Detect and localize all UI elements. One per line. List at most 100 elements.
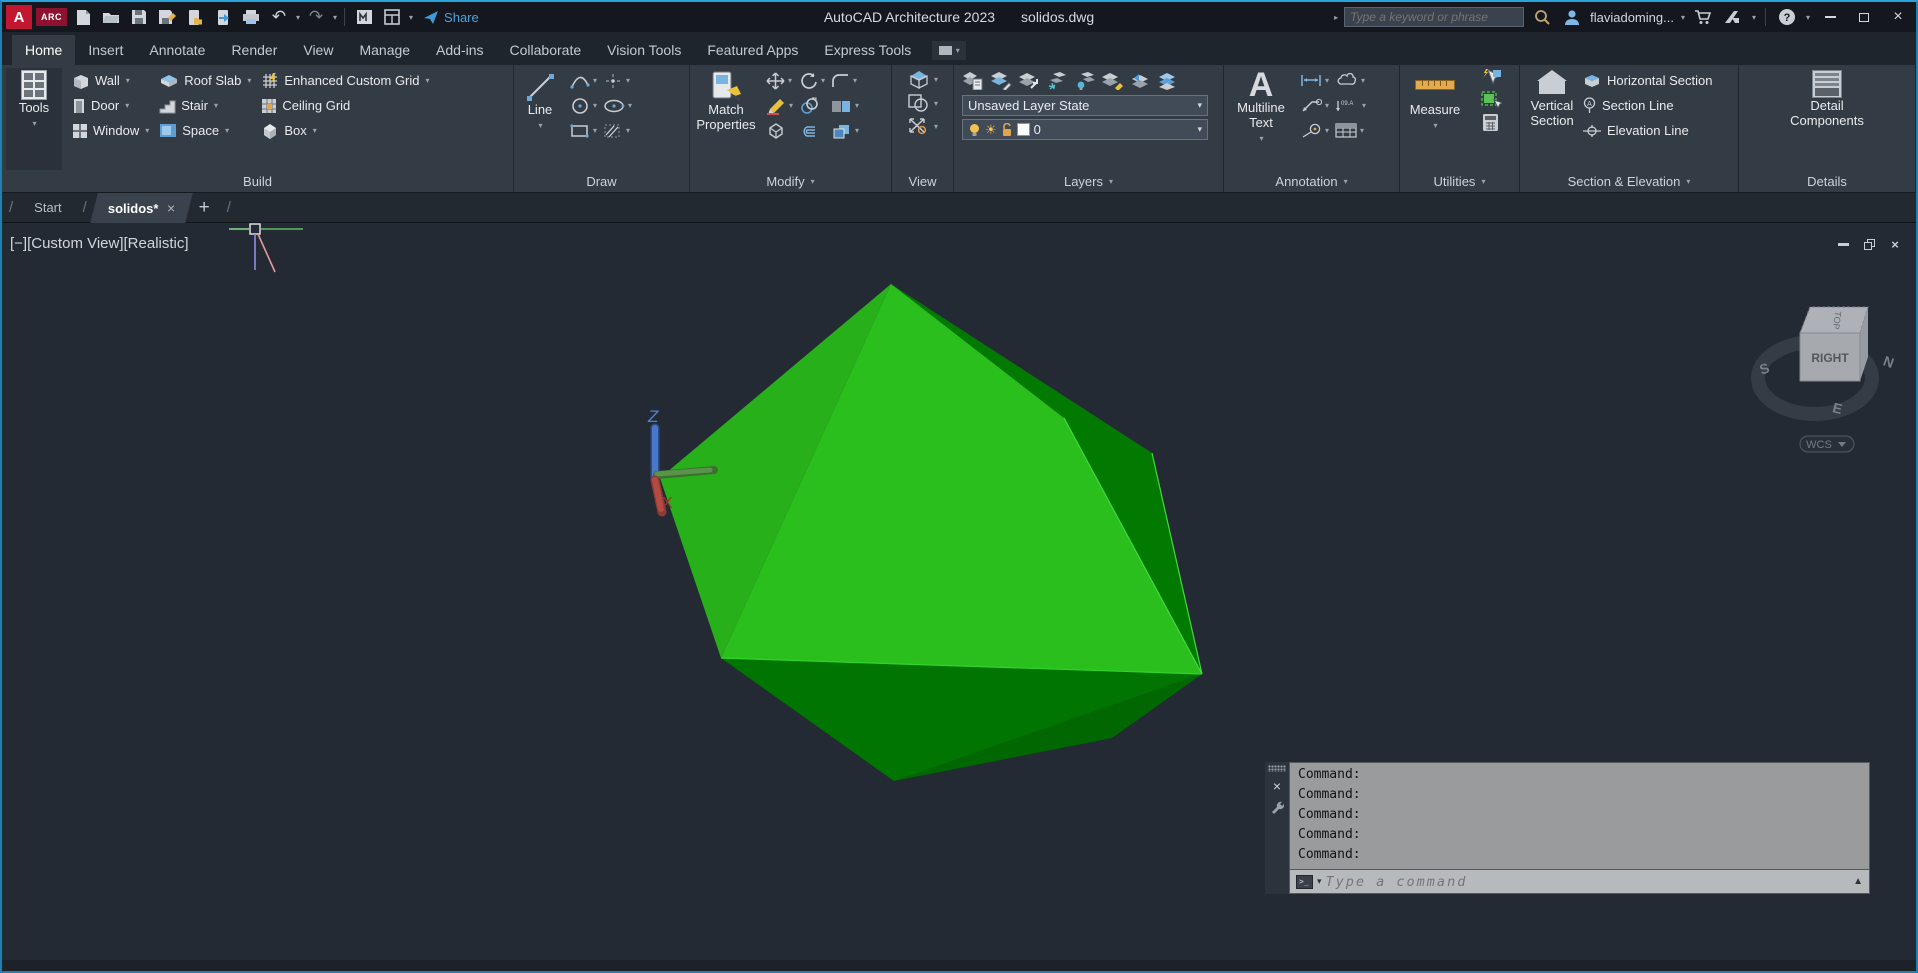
panel-label-view[interactable]: View [892, 170, 953, 192]
revision-cloud-button[interactable]: ▾ [1335, 68, 1366, 93]
search-collapse-arrow[interactable]: ▸ [1334, 13, 1338, 22]
drawing-close-button[interactable]: × [1888, 237, 1902, 252]
tab-express-tools[interactable]: Express Tools [811, 35, 924, 65]
drawing-canvas[interactable]: Z X [−][Custom View][Realistic] × S E N [2, 223, 1916, 971]
username-label[interactable]: flaviadoming... [1590, 10, 1674, 25]
panel-label-modify[interactable]: Modify ▾ [690, 170, 891, 192]
explode-button[interactable] [766, 118, 793, 143]
layer-merge-button[interactable] [1158, 71, 1180, 90]
section-line-button[interactable]: A Section Line [1582, 93, 1713, 118]
command-input-bar[interactable]: >_ ▾ ▲ [1290, 869, 1869, 893]
undo-dropdown[interactable]: ▾ [296, 13, 300, 22]
tab-home[interactable]: Home [12, 35, 76, 65]
share-button[interactable]: Share [417, 10, 485, 25]
minimize-button[interactable] [1816, 6, 1844, 28]
wall-button[interactable]: Wall ▾ [72, 68, 149, 93]
layer-properties-button[interactable] [962, 71, 984, 90]
command-expand-arrow[interactable]: ▲ [1853, 876, 1863, 887]
tab-view[interactable]: View [290, 35, 346, 65]
file-tab-close-icon[interactable]: × [166, 200, 174, 216]
array-button[interactable]: ▾ [831, 118, 859, 143]
dimension-button[interactable]: ▾ [1300, 68, 1329, 93]
ellipse-button[interactable]: ▾ [603, 93, 632, 118]
viewcube-front-label[interactable]: RIGHT [1811, 351, 1849, 365]
vertical-section-button[interactable]: Vertical Section [1524, 68, 1580, 170]
markup-import-button[interactable] [352, 5, 376, 29]
ceiling-grid-button[interactable]: Ceiling Grid [261, 93, 429, 118]
viewport-controls-label[interactable]: [−][Custom View][Realistic] [10, 235, 189, 252]
roof-slab-button[interactable]: Roof Slab ▾ [159, 68, 251, 93]
ribbon-display-toggle[interactable]: ▾ [932, 41, 967, 60]
box-button[interactable]: Box ▾ [261, 118, 429, 143]
user-dropdown[interactable]: ▾ [1681, 13, 1685, 22]
panel-label-annotation[interactable]: Annotation ▾ [1224, 170, 1399, 192]
command-customize-wrench-icon[interactable] [1270, 800, 1284, 814]
new-file-button[interactable] [71, 5, 95, 29]
panel-label-details[interactable]: Details [1739, 170, 1915, 192]
panel-label-section[interactable]: Section & Elevation ▾ [1520, 170, 1738, 192]
stretch-button[interactable]: ▾ [831, 93, 859, 118]
save-button[interactable] [127, 5, 151, 29]
annotation-tag-button[interactable]: 09.A ▾ [1335, 93, 1366, 118]
drawing-minimize-button[interactable] [1836, 237, 1850, 251]
save-as-button[interactable] [155, 5, 179, 29]
circle-button[interactable]: ▾ [570, 93, 597, 118]
command-input[interactable] [1325, 873, 1850, 890]
command-history[interactable]: Command: Command: Command: Command: Comm… [1290, 763, 1869, 869]
open-button[interactable] [99, 5, 123, 29]
search-input[interactable] [1350, 10, 1519, 24]
redo-dropdown[interactable]: ▾ [333, 13, 337, 22]
layer-combo[interactable]: ☀ 0 ▾ [962, 119, 1208, 140]
fillet-button[interactable]: ▾ [831, 68, 859, 93]
tag-button[interactable]: ▾ [1300, 118, 1329, 143]
erase-button[interactable]: ▾ [766, 93, 793, 118]
make-current-button[interactable] [1018, 71, 1040, 90]
table-button[interactable]: ▾ [1335, 118, 1366, 143]
search-box[interactable] [1344, 7, 1525, 27]
user-avatar[interactable] [1560, 5, 1584, 29]
match-properties-button[interactable]: Match Properties [694, 68, 758, 170]
maximize-button[interactable] [1850, 6, 1878, 28]
new-drawing-tab-button[interactable]: + [189, 197, 220, 219]
command-drag-grip[interactable] [1268, 765, 1286, 772]
close-button[interactable]: × [1884, 6, 1912, 28]
recent-commands-dropdown[interactable]: ▾ [1317, 876, 1322, 887]
layer-lock-button[interactable] [1102, 71, 1124, 90]
file-tab-start[interactable]: Start [20, 193, 75, 223]
arc-button[interactable]: ▾ [570, 68, 597, 93]
redo-button[interactable]: ↷ [304, 5, 328, 29]
hatch-button[interactable]: ▾ [603, 118, 632, 143]
file-tab-solidos[interactable]: solidos* × [90, 192, 193, 223]
layer-previous-button[interactable] [1130, 71, 1152, 90]
stair-button[interactable]: Stair ▾ [159, 93, 251, 118]
measure-button[interactable]: Measure ▾ [1404, 68, 1466, 170]
space-button[interactable]: Space ▾ [159, 118, 251, 143]
sheet-set-button[interactable] [380, 5, 404, 29]
rotate-button[interactable]: ▾ [799, 68, 825, 93]
tab-vision-tools[interactable]: Vision Tools [594, 35, 694, 65]
tab-manage[interactable]: Manage [346, 35, 423, 65]
tab-render[interactable]: Render [218, 35, 290, 65]
window-button[interactable]: Window ▾ [72, 118, 149, 143]
layer-isolate-button[interactable] [1074, 71, 1096, 90]
multiline-text-button[interactable]: A Multiline Text ▾ [1228, 68, 1294, 170]
qat-customize-dropdown[interactable]: ▾ [409, 13, 413, 22]
leader-button[interactable]: ▾ [1300, 93, 1329, 118]
quick-select-button[interactable] [1466, 68, 1515, 86]
tab-collaborate[interactable]: Collaborate [497, 35, 595, 65]
tab-addins[interactable]: Add-ins [423, 35, 496, 65]
point-button[interactable]: ▾ [603, 68, 632, 93]
command-close-button[interactable]: × [1273, 779, 1281, 793]
panel-label-build[interactable]: Build [2, 170, 513, 192]
help-button[interactable]: ? [1775, 5, 1799, 29]
tab-annotate[interactable]: Annotate [136, 35, 218, 65]
tools-button[interactable]: Tools ▾ [6, 68, 62, 170]
save-to-web-button[interactable] [211, 5, 235, 29]
tab-insert[interactable]: Insert [75, 35, 136, 65]
zoom-extents-button[interactable]: ▾ [907, 116, 938, 136]
door-button[interactable]: Door ▾ [72, 93, 149, 118]
panel-label-utilities[interactable]: Utilities ▾ [1400, 170, 1519, 192]
viewcube-north[interactable]: N [1881, 352, 1896, 370]
cart-button[interactable] [1691, 5, 1715, 29]
visual-styles-button[interactable]: ▾ [907, 68, 938, 90]
